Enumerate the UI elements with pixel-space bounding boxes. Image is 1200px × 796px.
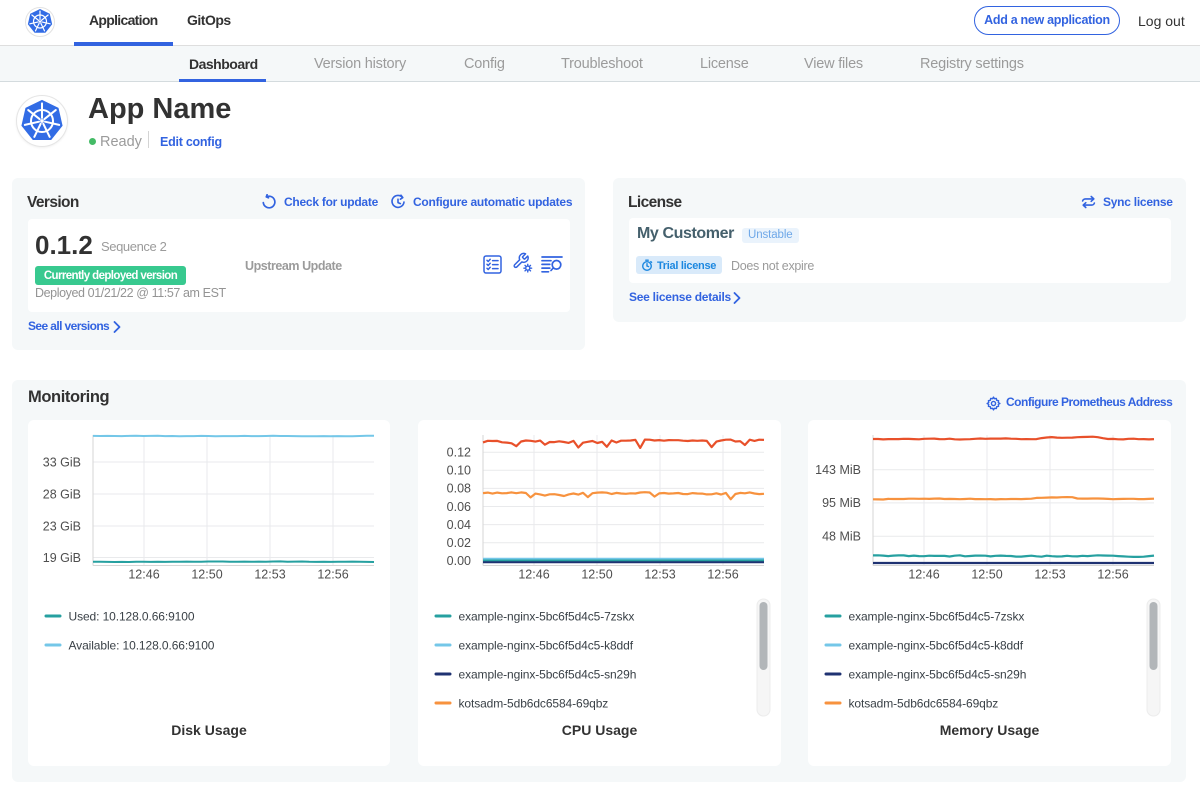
svg-text:example-nginx-5bc6f5d4c5-k8ddf: example-nginx-5bc6f5d4c5-k8ddf bbox=[849, 638, 1024, 652]
svg-text:48 MiB: 48 MiB bbox=[822, 530, 861, 544]
svg-text:0.06: 0.06 bbox=[447, 500, 471, 514]
svg-text:19 GiB: 19 GiB bbox=[43, 551, 81, 565]
svg-text:0.08: 0.08 bbox=[447, 482, 471, 496]
svg-text:example-nginx-5bc6f5d4c5-sn29h: example-nginx-5bc6f5d4c5-sn29h bbox=[459, 667, 637, 681]
svg-text:12:50: 12:50 bbox=[581, 568, 612, 582]
svg-text:12:46: 12:46 bbox=[908, 568, 939, 582]
svg-text:example-nginx-5bc6f5d4c5-k8ddf: example-nginx-5bc6f5d4c5-k8ddf bbox=[459, 638, 634, 652]
svg-text:Available: 10.128.0.66:9100: Available: 10.128.0.66:9100 bbox=[69, 638, 215, 652]
svg-text:0.04: 0.04 bbox=[447, 518, 471, 532]
svg-text:28 GiB: 28 GiB bbox=[43, 487, 81, 501]
svg-text:0.10: 0.10 bbox=[447, 464, 471, 478]
svg-text:12:53: 12:53 bbox=[644, 568, 675, 582]
svg-text:143 MiB: 143 MiB bbox=[815, 463, 861, 477]
svg-text:12:56: 12:56 bbox=[707, 568, 738, 582]
svg-text:12:53: 12:53 bbox=[254, 568, 285, 582]
svg-text:23 GiB: 23 GiB bbox=[43, 519, 81, 533]
svg-text:12:50: 12:50 bbox=[971, 568, 1002, 582]
svg-text:12:46: 12:46 bbox=[518, 568, 549, 582]
svg-text:12:50: 12:50 bbox=[191, 568, 222, 582]
svg-text:example-nginx-5bc6f5d4c5-sn29h: example-nginx-5bc6f5d4c5-sn29h bbox=[849, 667, 1027, 681]
svg-text:example-nginx-5bc6f5d4c5-7zskx: example-nginx-5bc6f5d4c5-7zskx bbox=[849, 609, 1025, 623]
svg-text:12:56: 12:56 bbox=[317, 568, 348, 582]
svg-text:12:56: 12:56 bbox=[1097, 568, 1128, 582]
svg-text:kotsadm-5db6dc6584-69qbz: kotsadm-5db6dc6584-69qbz bbox=[849, 696, 999, 710]
svg-text:0.00: 0.00 bbox=[447, 554, 471, 568]
svg-text:33 GiB: 33 GiB bbox=[43, 455, 81, 469]
svg-text:95 MiB: 95 MiB bbox=[822, 496, 861, 510]
svg-text:Used: 10.128.0.66:9100: Used: 10.128.0.66:9100 bbox=[69, 609, 195, 623]
svg-text:12:46: 12:46 bbox=[128, 568, 159, 582]
svg-text:kotsadm-5db6dc6584-69qbz: kotsadm-5db6dc6584-69qbz bbox=[459, 696, 609, 710]
svg-text:12:53: 12:53 bbox=[1034, 568, 1065, 582]
svg-text:0.02: 0.02 bbox=[447, 536, 471, 550]
svg-text:example-nginx-5bc6f5d4c5-7zskx: example-nginx-5bc6f5d4c5-7zskx bbox=[459, 609, 635, 623]
svg-text:0.12: 0.12 bbox=[447, 446, 471, 460]
